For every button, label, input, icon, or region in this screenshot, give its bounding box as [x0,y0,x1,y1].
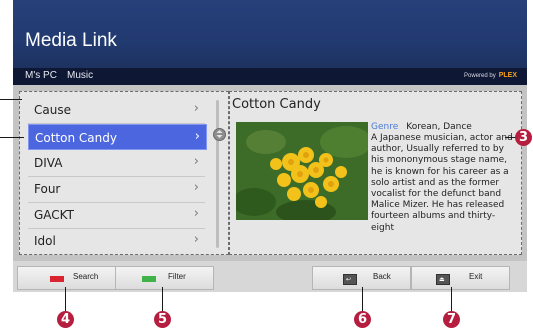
list-item[interactable]: Four › [28,176,205,203]
chevron-right-icon: › [193,206,199,221]
chevron-right-icon: › [193,180,199,195]
powered-by-logo: Powered by PLEX [464,72,517,79]
plex-logo-text: PLEX [498,72,517,79]
genre-value: Korean, Dance [406,122,472,132]
callout-6-leader [362,287,363,314]
scrollbar-track[interactable] [216,100,219,248]
album-art-image [236,122,368,220]
list-item-label: DIVA [34,156,63,170]
media-list-panel: Cause › Cotton Candy › DIVA › Four › GAC… [19,91,229,255]
artist-description: A Japanese musician, actor and author, U… [371,133,513,233]
bottom-button-bar: Search Filter ↩ Back ⏏ Exit [13,261,527,292]
back-button-label: Back [373,272,391,281]
scroll-handle-icon[interactable] [213,128,226,141]
list-item-label: Four [34,182,61,196]
powered-by-text: Powered by [464,73,496,79]
callout-4-badge: 4 [57,311,74,328]
list-item-label: Cotton Candy [35,131,117,145]
callout-4-leader [65,287,66,314]
callout-2-leader [0,137,24,138]
search-button-label: Search [73,272,99,281]
list-item-label: Idol [34,234,56,248]
list-item-label: GACKT [34,208,74,222]
list-item[interactable]: Cause › [28,97,205,124]
breadcrumb: M's PC Music Powered by PLEX [13,68,527,85]
back-key-icon: ↩ [343,274,357,285]
list-item[interactable]: Idol › [28,228,205,254]
chevron-right-icon: › [193,101,199,116]
callout-1-leader [0,99,22,100]
red-key-icon [50,276,64,282]
content-area: Cause › Cotton Candy › DIVA › Four › GAC… [13,85,527,261]
detail-title: Cotton Candy [232,97,321,112]
callout-6-badge: 6 [354,311,371,328]
callout-5-badge: 5 [154,311,171,328]
green-key-icon [142,276,156,282]
list-item-selected[interactable]: Cotton Candy › [28,124,207,150]
callout-5-leader [162,287,163,314]
detail-panel: Cotton Candy Genre Korean, Dance A Japan… [229,91,522,255]
chevron-right-icon: › [194,129,200,144]
chevron-right-icon: › [193,232,199,247]
header: Media Link [13,0,527,68]
callout-7-badge: 7 [443,311,460,328]
exit-button-label: Exit [469,272,483,281]
list-item[interactable]: DIVA › [28,150,205,177]
breadcrumb-item-music[interactable]: Music [67,70,93,81]
search-button[interactable]: Search [17,266,116,290]
genre-line: Genre Korean, Dance [371,122,472,132]
callout-3-badge: 3 [515,129,532,146]
chevron-right-icon: › [193,154,199,169]
exit-button[interactable]: ⏏ Exit [411,266,510,290]
genre-label: Genre [371,122,399,132]
exit-key-icon: ⏏ [436,274,450,285]
list-item-label: Cause [34,103,71,117]
app-title: Media Link [25,30,117,51]
breadcrumb-item-pc[interactable]: M's PC [25,70,57,81]
filter-button[interactable]: Filter [115,266,214,290]
filter-button-label: Filter [168,272,186,281]
tv-screen: Media Link M's PC Music Powered by PLEX C… [13,0,527,292]
list-item[interactable]: GACKT › [28,202,205,229]
callout-7-leader [451,287,452,314]
